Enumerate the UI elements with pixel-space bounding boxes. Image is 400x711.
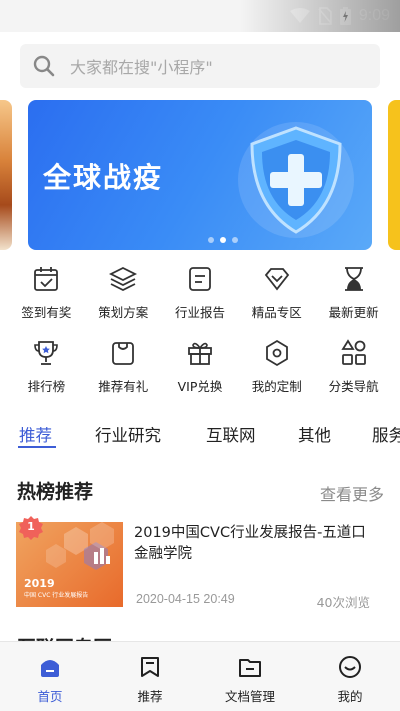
banner-slide[interactable]: 全球战疫 bbox=[28, 100, 372, 250]
status-time: 9:09 bbox=[358, 7, 390, 24]
smile-icon bbox=[339, 656, 361, 678]
no-sim-icon bbox=[318, 7, 332, 25]
gift-icon bbox=[188, 342, 212, 365]
status-icons: 9:09 bbox=[289, 6, 390, 26]
layers-icon bbox=[109, 266, 138, 292]
search-icon bbox=[33, 55, 55, 77]
menu-item-reports[interactable]: 行业报告 bbox=[162, 262, 239, 336]
menu-item-label: 分类导航 bbox=[328, 379, 379, 394]
tab-other[interactable]: 其他 bbox=[298, 422, 331, 446]
thumbnail-subtitle: 中国 CVC 行业发展报告 bbox=[24, 592, 89, 599]
carousel-dot bbox=[208, 237, 214, 243]
menu-item-plans[interactable]: 策划方案 bbox=[85, 262, 162, 336]
nav-documents[interactable]: 文档管理 bbox=[200, 642, 300, 711]
nav-label: 我的 bbox=[337, 689, 363, 704]
menu-item-label: 精品专区 bbox=[251, 305, 302, 320]
carousel-dot bbox=[232, 237, 238, 243]
search-placeholder: 大家都在搜"小程序" bbox=[70, 58, 213, 77]
wifi-icon bbox=[289, 8, 310, 23]
tab-services[interactable]: 服务 bbox=[372, 422, 400, 446]
nav-home[interactable]: 首页 bbox=[0, 642, 100, 711]
tab-internet[interactable]: 互联网 bbox=[206, 422, 256, 446]
menu-item-premium[interactable]: 精品专区 bbox=[238, 262, 315, 336]
menu-item-checkin[interactable]: 签到有奖 bbox=[8, 262, 85, 336]
menu-item-label: VIP兑换 bbox=[177, 379, 223, 394]
carousel-indicator bbox=[208, 237, 238, 243]
rank-number: 1 bbox=[27, 520, 35, 533]
banner-next-peek[interactable] bbox=[388, 100, 400, 250]
nav-profile[interactable]: 我的 bbox=[300, 642, 400, 711]
tab-recommend[interactable]: 推荐 bbox=[19, 422, 52, 446]
article-item[interactable]: 2019 中国 CVC 行业发展报告 1 2019中国CVC行业发展报告-五道口… bbox=[16, 516, 384, 610]
category-icon bbox=[340, 339, 366, 365]
battery-charging-icon bbox=[339, 7, 351, 25]
calendar-check-icon bbox=[34, 267, 59, 291]
menu-item-label: 最新更新 bbox=[328, 305, 379, 320]
quick-menu-row: 排行榜 推荐有礼 VIP兑换 我的定制 分类导航 bbox=[8, 336, 392, 410]
rank-badge: 1 bbox=[18, 515, 44, 541]
search-bar[interactable]: 大家都在搜"小程序" bbox=[20, 44, 380, 88]
active-tab-indicator bbox=[18, 446, 56, 448]
status-bar: 9:09 bbox=[0, 0, 400, 32]
home-icon bbox=[41, 660, 59, 677]
bottom-navigation: 首页 推荐 文档管理 我的 bbox=[0, 641, 400, 711]
menu-item-categories[interactable]: 分类导航 bbox=[315, 336, 392, 410]
banner-prev-peek[interactable] bbox=[0, 100, 12, 250]
menu-item-ranking[interactable]: 排行榜 bbox=[8, 336, 85, 410]
menu-item-label: 我的定制 bbox=[251, 379, 302, 394]
menu-item-vip-exchange[interactable]: VIP兑换 bbox=[162, 336, 239, 410]
quick-menu-row: 签到有奖 策划方案 行业报告 精品专区 最新更新 bbox=[8, 262, 392, 336]
section-title: 热榜推荐 bbox=[17, 481, 94, 503]
bag-icon bbox=[112, 342, 135, 365]
banner-title: 全球战疫 bbox=[43, 161, 164, 194]
article-title[interactable]: 2019中国CVC行业发展报告-五道口金融学院 bbox=[134, 523, 379, 565]
folder-icon bbox=[239, 659, 261, 677]
hexagon-icon bbox=[265, 339, 288, 367]
nav-label: 文档管理 bbox=[224, 689, 275, 704]
menu-item-referral[interactable]: 推荐有礼 bbox=[85, 336, 162, 410]
view-more-link[interactable]: 查看更多 bbox=[320, 481, 384, 505]
hourglass-icon bbox=[344, 267, 363, 291]
tab-industry-research[interactable]: 行业研究 bbox=[95, 422, 161, 446]
menu-item-label: 排行榜 bbox=[27, 379, 66, 394]
menu-item-label: 策划方案 bbox=[98, 305, 149, 320]
article-date: 2020-04-15 20:49 bbox=[136, 592, 235, 606]
category-tabs: 推荐 行业研究 互联网 其他 服务 bbox=[0, 418, 400, 448]
banner-carousel[interactable]: 全球战疫 bbox=[0, 100, 400, 250]
menu-item-label: 行业报告 bbox=[174, 305, 225, 320]
bookmark-icon bbox=[141, 657, 159, 677]
menu-item-label: 签到有奖 bbox=[21, 305, 72, 320]
article-views: 40次浏览 bbox=[316, 595, 370, 610]
menu-item-label: 推荐有礼 bbox=[98, 379, 149, 394]
nav-recommend[interactable]: 推荐 bbox=[100, 642, 200, 711]
nav-label: 推荐 bbox=[137, 689, 163, 704]
menu-item-custom[interactable]: 我的定制 bbox=[238, 336, 315, 410]
shield-icon bbox=[238, 122, 354, 238]
menu-item-latest[interactable]: 最新更新 bbox=[315, 262, 392, 336]
report-icon bbox=[189, 267, 211, 291]
carousel-dot-active bbox=[220, 237, 226, 243]
thumbnail-year: 2019 bbox=[24, 577, 55, 590]
trophy-icon bbox=[34, 341, 59, 365]
quick-menu: 签到有奖 策划方案 行业报告 精品专区 最新更新 排行榜 推荐有礼 VIP兑换 … bbox=[8, 262, 392, 410]
nav-label: 首页 bbox=[37, 689, 63, 704]
diamond-icon bbox=[264, 268, 289, 291]
